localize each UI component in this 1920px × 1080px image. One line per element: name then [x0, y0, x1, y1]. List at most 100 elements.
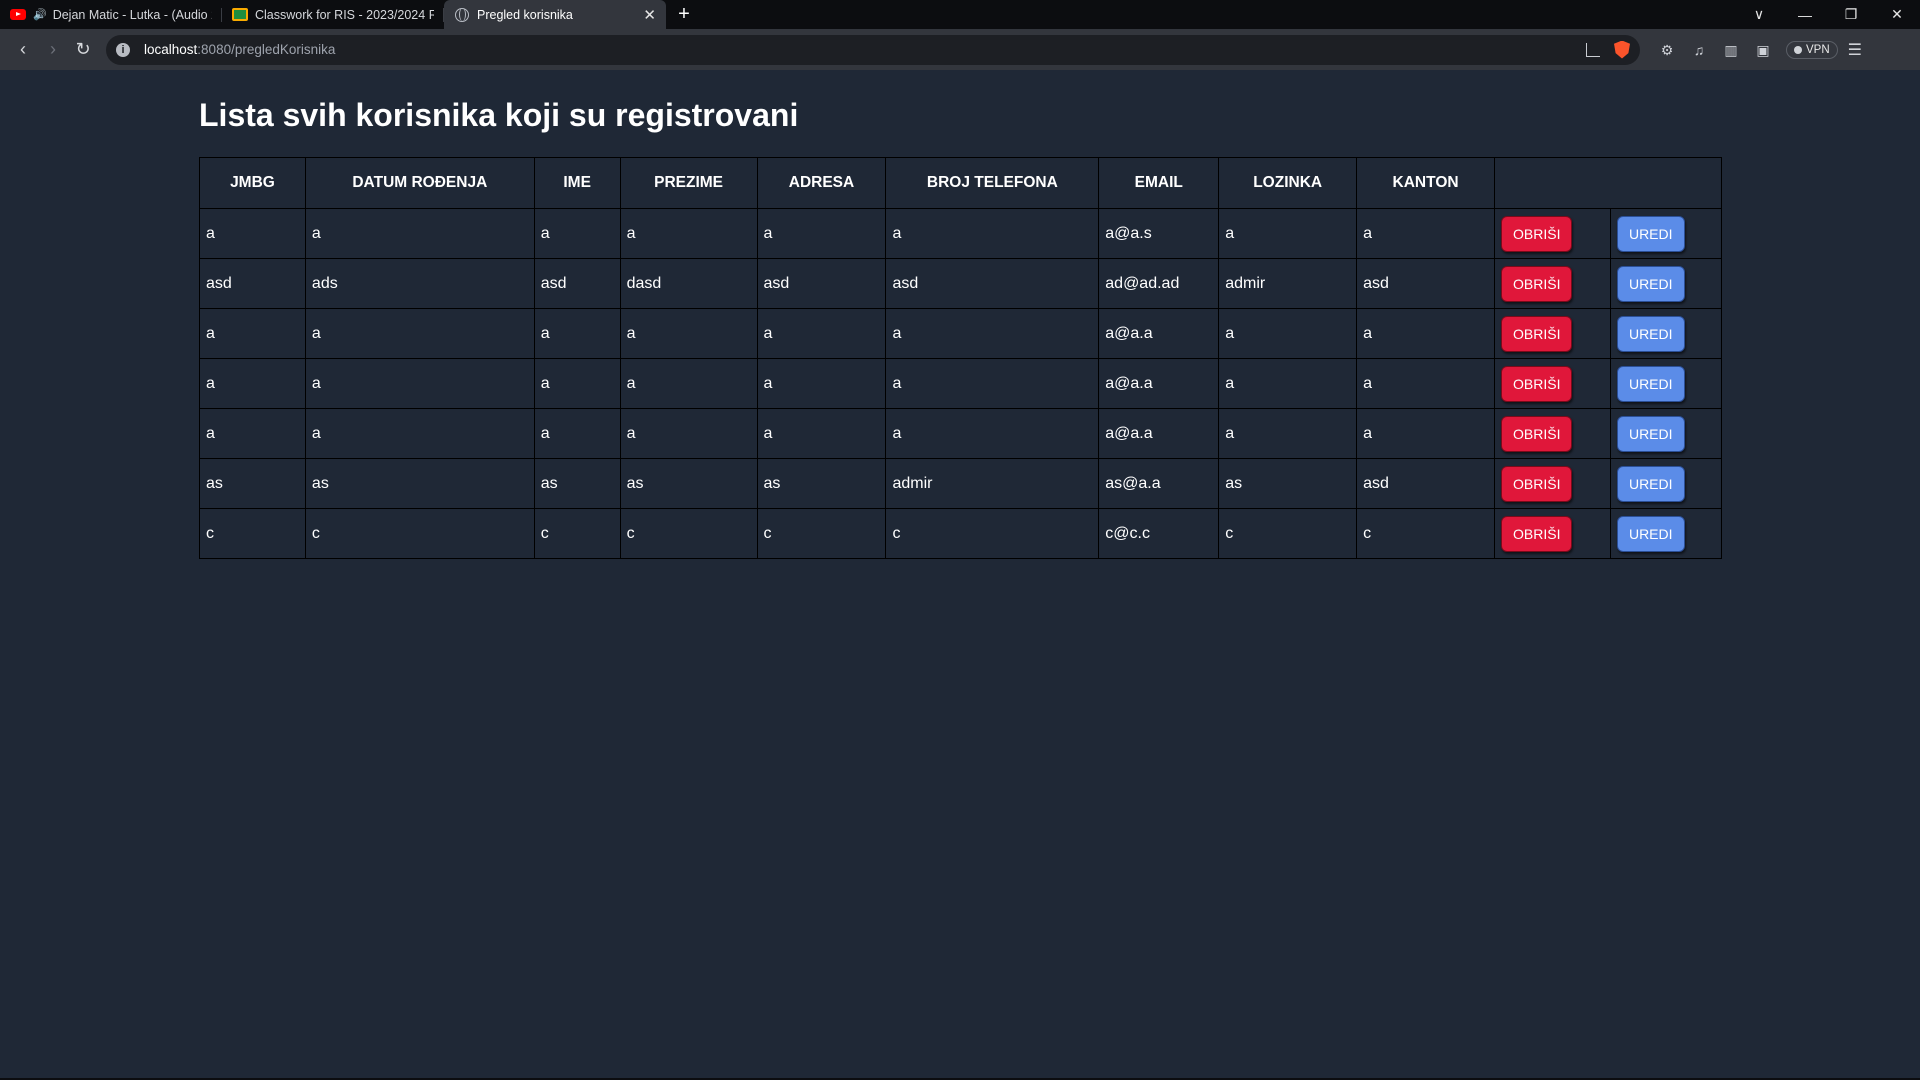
delete-button[interactable]: OBRIŠI: [1501, 215, 1573, 252]
site-info-icon[interactable]: i: [116, 42, 130, 57]
tab-classroom[interactable]: Classwork for RIS - 2023/2024 Razvoj: [222, 0, 444, 29]
media-icon[interactable]: ♫: [1690, 41, 1708, 59]
globe-icon: [454, 7, 470, 23]
table-cell: a: [199, 208, 306, 259]
table-cell: a: [304, 208, 535, 259]
table-cell: c: [1356, 508, 1496, 559]
table-cell: a: [1218, 358, 1358, 409]
tab-strip: 🔊 Dejan Matic - Lutka - (Audio 2013) Cla…: [0, 0, 1920, 29]
forward-icon[interactable]: ›: [38, 35, 68, 65]
table-row: a a a a a a a@a.a a a OBRIŠI UREDI: [199, 408, 1723, 459]
table-cell: ad@ad.ad: [1098, 258, 1220, 309]
table-cell: c: [199, 508, 306, 559]
table-cell: admir: [1218, 258, 1358, 309]
table-cell: a: [756, 358, 887, 409]
edit-button[interactable]: UREDI: [1616, 315, 1685, 352]
table-cell: dasd: [619, 258, 758, 309]
close-window-icon[interactable]: ✕: [1874, 6, 1920, 23]
url-path: :8080/pregledKorisnika: [197, 42, 336, 57]
minimize-icon[interactable]: —: [1782, 7, 1828, 23]
wallet-icon[interactable]: ▣: [1754, 41, 1772, 59]
extensions-icon[interactable]: ⚙: [1658, 41, 1676, 59]
table-cell: a: [304, 408, 535, 459]
back-icon[interactable]: ‹: [8, 35, 38, 65]
delete-button[interactable]: OBRIŠI: [1501, 515, 1573, 552]
table-header-row: JMBG DATUM ROĐENJA IME PREZIME ADRESA BROJ TE…: [199, 157, 1722, 209]
edit-button[interactable]: UREDI: [1616, 515, 1685, 552]
tab-pregled-korisnika[interactable]: Pregled korisnika ✕: [444, 0, 666, 29]
table-cell: a: [756, 408, 887, 459]
delete-button[interactable]: OBRIŠI: [1501, 415, 1573, 452]
window-controls: ∨ — ❐ ✕: [1736, 0, 1920, 29]
vpn-label: VPN: [1806, 43, 1830, 56]
table-cell: a: [304, 358, 535, 409]
share-icon[interactable]: [1586, 42, 1600, 57]
table-cell: a: [756, 308, 887, 359]
table-cell: a@a.a: [1098, 358, 1220, 409]
delete-button[interactable]: OBRIŠI: [1501, 315, 1573, 352]
edit-button[interactable]: UREDI: [1616, 365, 1685, 402]
column-header: JMBG: [199, 157, 306, 209]
brave-shields-icon[interactable]: [1614, 40, 1630, 59]
table-row: a a a a a a a@a.a a a OBRIŠI UREDI: [199, 358, 1723, 409]
table-cell: admir: [885, 458, 1100, 509]
table-cell: as: [756, 458, 887, 509]
vpn-status-icon: [1794, 45, 1802, 54]
table-cell: a: [885, 208, 1100, 259]
tab-youtube[interactable]: 🔊 Dejan Matic - Lutka - (Audio 2013): [0, 0, 222, 29]
speaker-icon[interactable]: 🔊: [33, 8, 47, 21]
table-cell: asd: [885, 258, 1100, 309]
table-cell: a: [533, 358, 621, 409]
edit-button[interactable]: UREDI: [1616, 265, 1685, 302]
table-cell: c: [756, 508, 887, 559]
table-cell: a: [1356, 208, 1496, 259]
table-cell: a: [1218, 308, 1358, 359]
table-cell: as: [1218, 458, 1358, 509]
tab-title: Pregled korisnika: [477, 7, 573, 22]
column-header: EMAIL: [1098, 157, 1220, 209]
restore-icon[interactable]: ❐: [1828, 6, 1874, 23]
table-cell: a: [619, 308, 758, 359]
table-cell: a: [619, 408, 758, 459]
google-classroom-icon: [232, 7, 248, 23]
table-cell: a: [304, 308, 535, 359]
table-row: as as as as as admir as@a.a as asd OBRIŠI UREDI: [199, 458, 1723, 509]
menu-icon[interactable]: ☰: [1848, 40, 1862, 60]
table-cell: as@a.a: [1098, 458, 1220, 509]
vpn-button[interactable]: VPN: [1786, 40, 1838, 59]
delete-button[interactable]: OBRIŠI: [1501, 465, 1573, 502]
table-cell: a: [533, 208, 621, 259]
delete-button[interactable]: OBRIŠI: [1501, 365, 1573, 402]
new-tab-button[interactable]: +: [666, 0, 702, 29]
table-cell: a: [199, 408, 306, 459]
table-cell: asd: [199, 258, 306, 309]
youtube-icon: [10, 7, 26, 23]
table-row: a a a a a a a@a.a a a OBRIŠI UREDI: [199, 308, 1723, 359]
table-cell: a: [199, 308, 306, 359]
column-header: IME: [533, 157, 621, 209]
sidebar-icon[interactable]: ▥: [1722, 41, 1740, 59]
close-tab-icon[interactable]: ✕: [643, 6, 656, 24]
page-title: Lista svih korisnika koji su registrovan…: [199, 97, 799, 133]
table-cell: a: [885, 408, 1100, 459]
users-table: JMBG DATUM ROĐENJA IME PREZIME ADRESA BROJ TE…: [199, 157, 1723, 559]
edit-button[interactable]: UREDI: [1616, 465, 1685, 502]
table-cell: a: [1356, 358, 1496, 409]
table-cell: asd: [533, 258, 621, 309]
edit-button[interactable]: UREDI: [1616, 215, 1685, 252]
table-row: a a a a a a a@a.s a a OBRIŠI UREDI: [199, 208, 1723, 259]
column-header: PREZIME: [619, 157, 758, 209]
browser-toolbar: ‹ › ↻ i localhost:8080/pregledKorisnika …: [0, 29, 1920, 70]
delete-button[interactable]: OBRIŠI: [1501, 265, 1573, 302]
reload-icon[interactable]: ↻: [68, 35, 98, 65]
tab-title: Dejan Matic - Lutka - (Audio 2013): [52, 7, 212, 22]
table-cell: a@a.s: [1098, 208, 1220, 259]
page-content: Lista svih korisnika koji su registrovan…: [0, 70, 1920, 1078]
tab-search-icon[interactable]: ∨: [1736, 6, 1782, 23]
address-bar[interactable]: i localhost:8080/pregledKorisnika: [106, 34, 1640, 65]
edit-button[interactable]: UREDI: [1616, 415, 1685, 452]
table-row: asd ads asd dasd asd asd ad@ad.ad admir asd OBRIŠ…: [199, 258, 1723, 309]
column-header: BROJ TELEFONA: [885, 157, 1100, 209]
table-body: a a a a a a a@a.s a a OBRIŠI UREDI asd ads asd dasd asd…: [199, 208, 1723, 559]
table-cell: as: [304, 458, 535, 509]
